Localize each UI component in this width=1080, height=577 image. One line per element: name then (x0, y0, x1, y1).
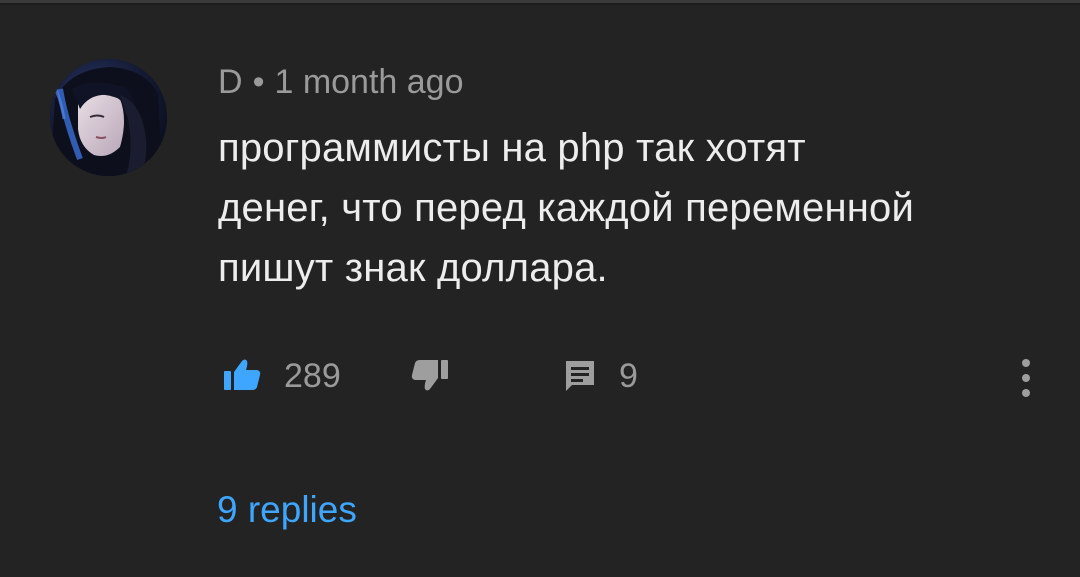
comment-actions: 289 9 (0, 350, 1080, 400)
more-dot (1022, 389, 1030, 397)
comment-text-line: денег, что перед каждой переменной (218, 186, 915, 230)
thumbs-up-icon (224, 359, 261, 390)
comment-thread: D • 1 month ago программисты на php так хо… (0, 0, 1080, 577)
thumbs-down-icon (411, 360, 448, 391)
comment-time[interactable]: 1 month ago (274, 63, 463, 101)
comment-text: программисты на php так хотят денег, что… (218, 118, 1058, 298)
author-name[interactable]: D (218, 63, 243, 101)
meta-separator: • (252, 63, 265, 101)
avatar-image (50, 59, 167, 176)
reply-button[interactable] (550, 350, 610, 400)
comment-text-line: пишут знак доллара. (218, 246, 608, 290)
more-dot (1022, 359, 1030, 367)
comment-meta: D • 1 month ago (218, 62, 464, 102)
avatar[interactable] (50, 59, 167, 176)
comment-text-line: программисты на php так хотят (218, 126, 806, 170)
comment-icon (566, 361, 594, 391)
more-vertical-icon[interactable] (1004, 350, 1048, 406)
reply-count: 9 (619, 357, 638, 395)
like-count: 289 (284, 357, 341, 395)
view-replies-link[interactable]: 9 replies (217, 488, 357, 532)
like-button[interactable] (212, 350, 272, 400)
more-dot (1022, 374, 1030, 382)
dislike-button[interactable] (400, 350, 460, 400)
